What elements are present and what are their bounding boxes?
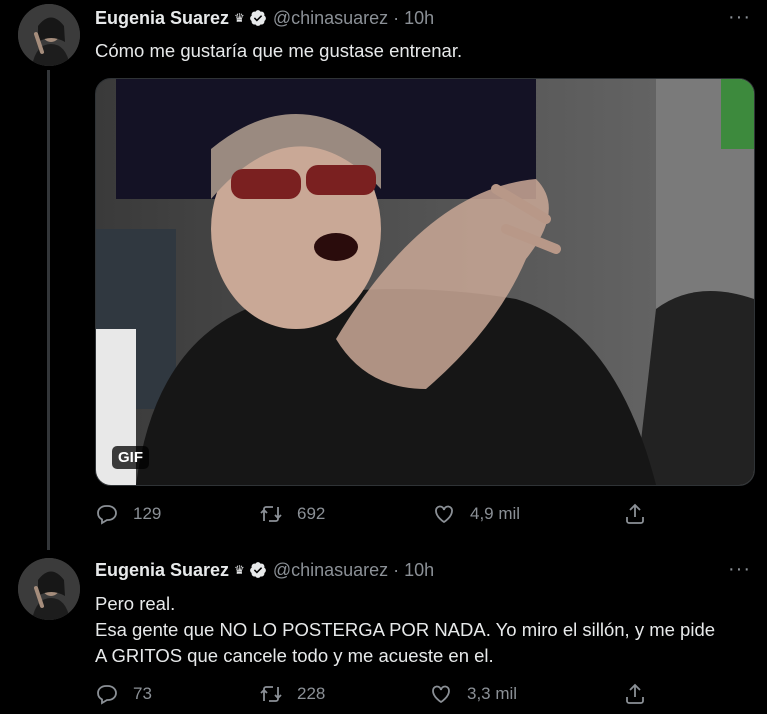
like-count: 4,9 mil bbox=[470, 504, 521, 523]
reply-button[interactable]: 73 bbox=[95, 682, 152, 706]
separator: · bbox=[393, 559, 400, 580]
reply-icon bbox=[97, 505, 117, 525]
author-name[interactable]: Eugenia Suarez bbox=[95, 560, 229, 581]
retweet-count: 228 bbox=[297, 684, 326, 703]
like-icon bbox=[435, 505, 453, 524]
retweet-button[interactable]: 228 bbox=[259, 682, 325, 706]
avatar[interactable] bbox=[18, 4, 80, 66]
reply-icon bbox=[97, 685, 117, 705]
more-icon[interactable]: ··· bbox=[728, 559, 751, 579]
timestamp[interactable]: 10h bbox=[404, 8, 434, 29]
separator: · bbox=[393, 7, 400, 28]
gif-badge: GIF bbox=[112, 446, 149, 469]
tweet[interactable]: Eugenia Suarez ♛ @chinasuarez · 10h ··· … bbox=[0, 0, 767, 545]
like-icon bbox=[432, 685, 450, 704]
tweet-text: Pero real. Esa gente que NO LO POSTERGA … bbox=[95, 591, 715, 669]
tweet-text-line: A GRITOS que cancele todo y me acueste e… bbox=[95, 645, 494, 666]
author-handle[interactable]: @chinasuarez bbox=[273, 8, 388, 29]
reply-count: 73 bbox=[133, 684, 152, 703]
tweet-header: Eugenia Suarez ♛ @chinasuarez · 10h bbox=[95, 6, 434, 30]
tweet-header: Eugenia Suarez ♛ @chinasuarez · 10h bbox=[95, 558, 434, 582]
share-button[interactable] bbox=[623, 502, 661, 526]
timestamp[interactable]: 10h bbox=[404, 560, 434, 581]
share-icon bbox=[626, 503, 644, 524]
gif-frame-image bbox=[96, 79, 754, 485]
crown-icon: ♛ bbox=[234, 11, 245, 25]
tweet-text-line: Cómo me gustaría que me gustase entrenar… bbox=[95, 40, 463, 61]
like-button[interactable]: 4,9 mil bbox=[432, 502, 520, 526]
action-bar: 129 692 4,9 mil bbox=[95, 502, 655, 528]
more-icon[interactable]: ··· bbox=[728, 7, 751, 27]
retweet-icon bbox=[260, 506, 282, 522]
tweet-text-line: Pero real. bbox=[95, 593, 176, 614]
share-button[interactable] bbox=[623, 682, 661, 706]
author-name[interactable]: Eugenia Suarez bbox=[95, 8, 229, 29]
retweet-count: 692 bbox=[297, 504, 326, 523]
like-button[interactable]: 3,3 mil bbox=[429, 682, 517, 706]
reply-count: 129 bbox=[133, 504, 162, 523]
reply-button[interactable]: 129 bbox=[95, 502, 161, 526]
retweet-button[interactable]: 692 bbox=[259, 502, 325, 526]
avatar[interactable] bbox=[18, 558, 80, 620]
retweet-icon bbox=[260, 686, 282, 702]
crown-icon: ♛ bbox=[234, 563, 245, 577]
gif-media[interactable]: GIF bbox=[95, 78, 755, 486]
author-handle[interactable]: @chinasuarez bbox=[273, 560, 388, 581]
share-icon bbox=[626, 683, 644, 704]
tweet-text-line: Esa gente que NO LO POSTERGA POR NADA. Y… bbox=[95, 619, 716, 640]
action-bar: 73 228 3,3 mil bbox=[95, 682, 655, 708]
tweet[interactable]: Eugenia Suarez ♛ @chinasuarez · 10h ··· … bbox=[0, 554, 767, 714]
like-count: 3,3 mil bbox=[467, 684, 518, 703]
verified-icon bbox=[249, 10, 266, 26]
verified-icon bbox=[249, 562, 266, 578]
tweet-text: Cómo me gustaría que me gustase entrenar… bbox=[95, 38, 462, 64]
